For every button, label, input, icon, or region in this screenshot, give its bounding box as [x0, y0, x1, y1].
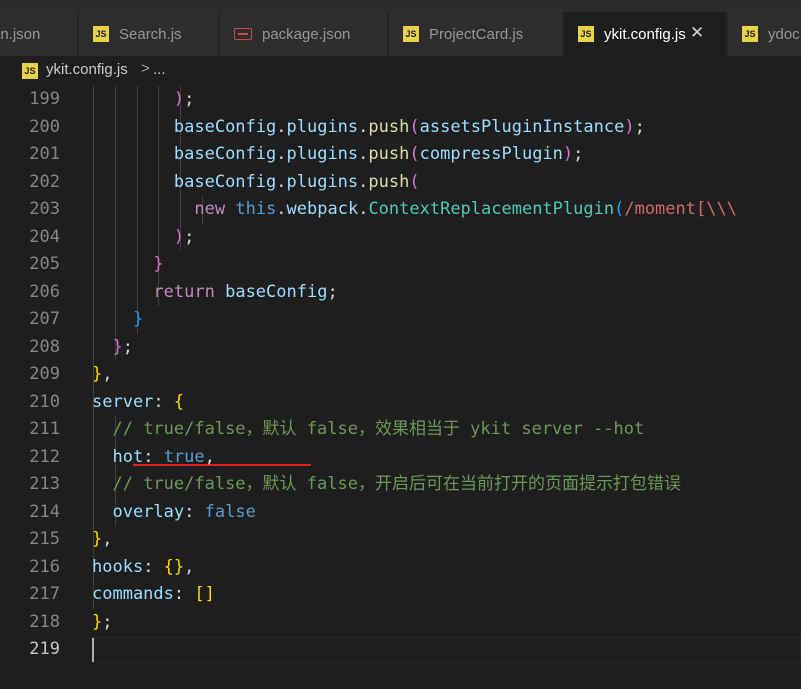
line-number: 209 [29, 364, 60, 384]
tab-label: Search.js [119, 25, 182, 43]
line-number: 203 [29, 199, 60, 219]
code-line: 210 server: { [0, 388, 801, 416]
line-number: 207 [29, 309, 60, 329]
code-line: 208 }; [0, 333, 801, 361]
tab-ydoc[interactable]: JS ydoc [728, 12, 801, 56]
code-text: baseConfig.plugins.push(compressPlugin); [173, 144, 584, 164]
tab-bar: an.json JS Search.js package.json JS Pro… [0, 12, 801, 56]
code-text: ); [173, 226, 195, 247]
code-text: } [132, 309, 144, 329]
tab-ykit-config-js[interactable]: JS ykit.config.js ✕ [564, 12, 727, 56]
code-line: 201 baseConfig.plugins.push(compressPlug… [0, 141, 801, 169]
line-number: 213 [29, 474, 60, 494]
code-text: }, [92, 529, 113, 549]
breadcrumb-more[interactable]: ... [153, 61, 166, 78]
tab-label: ProjectCard.js [429, 25, 524, 43]
code-line: 219 [0, 636, 801, 664]
code-line: 212 hot: true, [0, 443, 801, 471]
line-number: 216 [29, 556, 60, 577]
js-icon: JS [742, 26, 758, 42]
code-text: return baseConfig; [153, 281, 338, 302]
code-text: commands: [] [92, 584, 215, 604]
breadcrumb-file[interactable]: ykit.config.js [46, 61, 128, 78]
code-line: 203 new this.webpack.ContextReplacementP… [0, 196, 801, 224]
code-line: 213 // true/false，默认 false，开启后可在当前打开的页面提… [0, 471, 801, 499]
tab-label: ykit.config.js [604, 25, 686, 43]
code-line: 218 }; [0, 609, 801, 637]
code-line: 199 ); [0, 86, 801, 114]
code-text: }; [92, 611, 113, 632]
code-line: 211 // true/false，默认 false，效果相当于 ykit se… [0, 416, 801, 444]
line-number: 215 [29, 529, 60, 549]
code-text: // true/false，默认 false，开启后可在当前打开的页面提示打包错… [112, 474, 681, 494]
json-icon [234, 28, 252, 40]
code-editor[interactable]: 199 ); 200 baseConfig.plugins.push(asset… [0, 86, 801, 689]
tab-package-json[interactable]: package.json [220, 12, 388, 56]
line-number: 210 [29, 391, 60, 412]
code-line: 205 } [0, 251, 801, 279]
line-number: 200 [29, 116, 60, 137]
tab-search-js[interactable]: JS Search.js [79, 12, 219, 56]
code-text: }, [92, 364, 113, 384]
line-number: 217 [29, 584, 60, 604]
code-line: 204 ); [0, 223, 801, 251]
tab-label: package.json [262, 25, 351, 43]
code-text: baseConfig.plugins.push(assetsPluginInst… [173, 116, 645, 137]
code-text: // true/false，默认 false，效果相当于 ykit server… [112, 419, 645, 439]
title-bar [0, 0, 801, 12]
code-text: overlay: false [112, 501, 256, 522]
line-number: 214 [29, 501, 60, 522]
code-text: new this.webpack.ContextReplacementPlugi… [194, 199, 737, 219]
code-line: 207 } [0, 306, 801, 334]
tab-an-json[interactable]: an.json [0, 12, 78, 56]
line-number: 219 [29, 639, 60, 659]
code-text: }; [112, 336, 133, 357]
line-number: 218 [29, 611, 60, 632]
code-line: 200 baseConfig.plugins.push(assetsPlugin… [0, 113, 801, 141]
line-number: 211 [29, 419, 60, 439]
line-number: 212 [29, 446, 60, 467]
js-icon: JS [403, 26, 419, 42]
breadcrumb: JS ykit.config.js > ... [0, 56, 801, 86]
code-text: hooks: {}, [92, 556, 195, 577]
code-line: 217 commands: [] [0, 581, 801, 609]
code-line: 206 return baseConfig; [0, 278, 801, 306]
code-text: hot: true, [112, 446, 215, 467]
code-line: 216 hooks: {}, [0, 553, 801, 581]
code-text: server: { [92, 391, 185, 412]
code-text: } [153, 254, 164, 274]
line-number: 201 [29, 144, 60, 164]
code-line: 215 }, [0, 526, 801, 554]
line-number: 202 [29, 171, 60, 192]
code-line: 202 baseConfig.plugins.push( [0, 168, 801, 196]
tab-label: an.json [0, 25, 41, 43]
tab-label: ydoc [768, 25, 800, 43]
line-number: 199 [29, 89, 60, 109]
chevron-right-icon: > [141, 60, 150, 77]
js-icon: JS [578, 26, 594, 42]
js-icon: JS [93, 26, 109, 42]
code-text: baseConfig.plugins.push( [173, 171, 420, 192]
js-icon: JS [22, 63, 38, 79]
tab-projectcard-js[interactable]: JS ProjectCard.js [389, 12, 563, 56]
line-number: 204 [29, 226, 60, 247]
line-number: 205 [29, 254, 60, 274]
line-number: 208 [29, 336, 60, 357]
close-icon[interactable]: ✕ [690, 24, 704, 42]
code-text: ); [173, 89, 195, 109]
code-line: 209 }, [0, 361, 801, 389]
code-line: 214 overlay: false [0, 498, 801, 526]
line-number: 206 [29, 281, 60, 302]
